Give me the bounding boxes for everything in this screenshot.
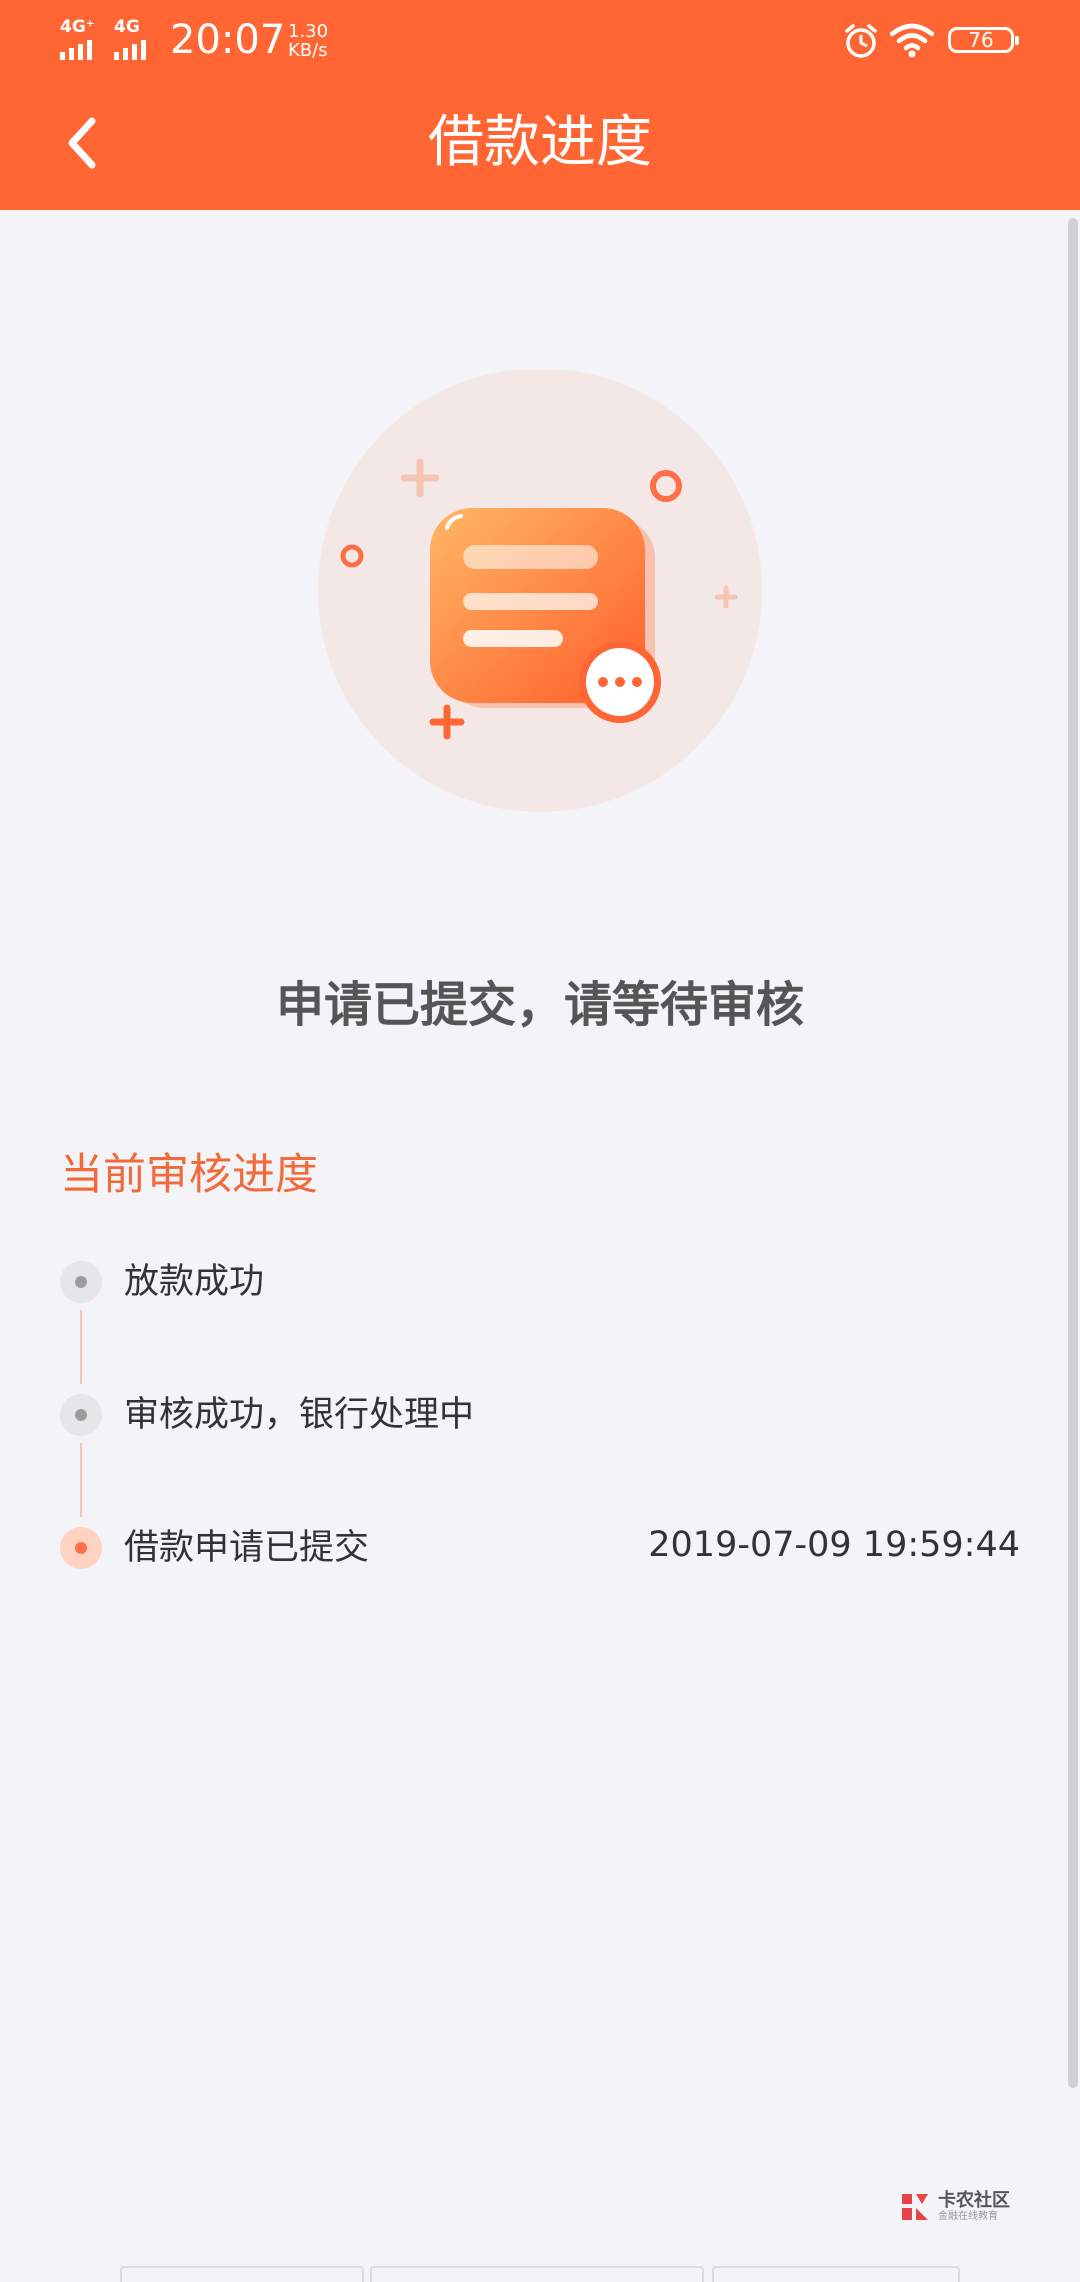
status-message: 申请已提交，请等待审核: [275, 977, 804, 1033]
watermark-subtitle: 金融在线教育: [938, 2211, 998, 2222]
timeline-connector: [80, 1310, 82, 1384]
battery-icon: 76: [948, 27, 1019, 53]
timeline-dot: [60, 1394, 102, 1436]
timeline-step-label: 审核成功，银行处理中: [124, 1395, 475, 1435]
bottom-tab-strip: [120, 2266, 960, 2282]
status-time: 20:07: [170, 17, 286, 63]
timeline-step-label: 放款成功: [124, 1262, 265, 1302]
scrollbar[interactable]: [1068, 218, 1078, 2088]
timeline-step-label: 借款申请已提交: [124, 1528, 370, 1568]
kanong-logo-icon: [902, 2194, 928, 2220]
signal-4g-icon: 4G: [114, 18, 146, 60]
timeline-step-time: 2019-07-09 19:59:44: [648, 1525, 1020, 1565]
battery-level: 76: [968, 28, 994, 52]
speed-unit: KB/s: [288, 40, 328, 61]
page-title: 借款进度: [428, 110, 652, 175]
network-speed: 1.30 KB/s: [288, 22, 328, 60]
timeline-dot: [60, 1261, 102, 1303]
app-header: 4G⁺ 4G 20:07 1.30 KB/s 76 借款进度: [0, 0, 1080, 210]
alarm-icon: [845, 24, 877, 58]
timeline-dot-active: [60, 1527, 102, 1569]
timeline-connector: [80, 1443, 82, 1517]
document-pending-icon: [318, 370, 762, 812]
status-bar: 4G⁺ 4G 20:07 1.30 KB/s 76: [0, 0, 1080, 84]
watermark-logo: 卡农社区 金融在线教育: [898, 2190, 1010, 2224]
watermark-title: 卡农社区: [938, 2190, 1010, 2211]
signal-label: 4G: [114, 17, 140, 37]
progress-section-title: 当前审核进度: [60, 1150, 318, 1200]
speed-value: 1.30: [288, 21, 329, 42]
signal-label: 4G⁺: [60, 17, 95, 37]
signal-4g-plus-icon: 4G⁺: [60, 18, 95, 60]
wifi-icon: [890, 23, 934, 58]
